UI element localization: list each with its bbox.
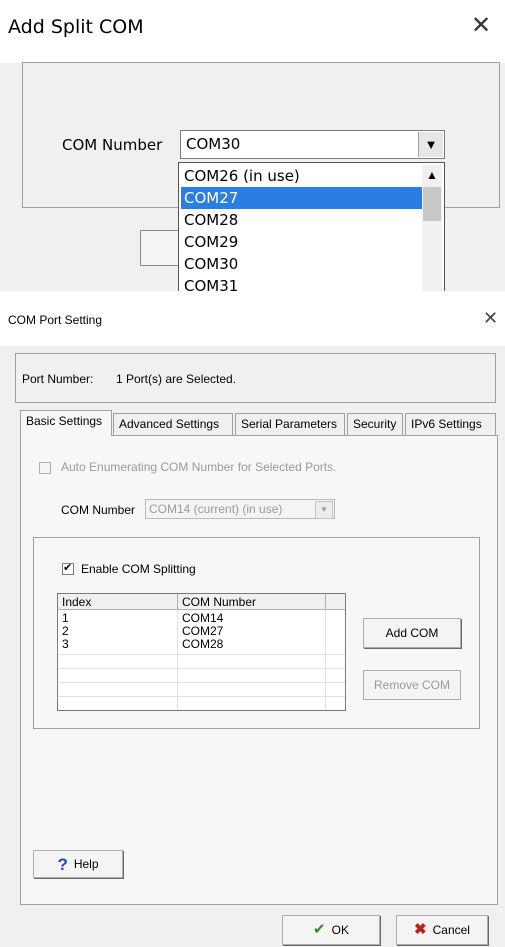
tab-ipv6-settings[interactable]: IPv6 Settings	[405, 413, 496, 435]
com-number-select[interactable]: COM30 ▼	[180, 130, 445, 159]
enable-com-splitting-checkbox[interactable]: ✔	[62, 561, 74, 575]
scroll-up-icon[interactable]: ▲	[422, 165, 442, 185]
com-number-select[interactable]: COM14 (current) (in use) ▼	[145, 499, 335, 519]
dialog-title: COM Port Setting	[8, 313, 103, 327]
com-port-setting-dialog: COM Port Setting ✕ Port Number: 1 Port(s…	[0, 300, 505, 947]
cancel-label: Cancel	[432, 923, 470, 937]
table-cell-index[interactable]: 1	[58, 612, 176, 625]
auto-enumerating-checkbox[interactable]	[39, 462, 51, 474]
close-icon[interactable]: ✕	[471, 11, 491, 39]
split-com-table[interactable]: Index COM Number 1 COM14 2 COM27 3 COM28	[57, 593, 346, 711]
com-number-label: COM Number	[62, 136, 163, 154]
table-cell-com[interactable]: COM28	[178, 638, 324, 651]
tab-security[interactable]: Security	[347, 413, 403, 435]
help-icon: ?	[57, 854, 68, 874]
checkmark-icon: ✔	[313, 921, 326, 938]
table-cell-index[interactable]: 3	[58, 638, 176, 651]
column-header-index[interactable]: Index	[58, 594, 178, 610]
chevron-down-icon[interactable]: ▼	[418, 132, 443, 157]
dropdown-option-com28[interactable]: COM28	[181, 209, 422, 231]
dropdown-option-com29[interactable]: COM29	[181, 231, 422, 253]
table-cell-index[interactable]: 2	[58, 625, 176, 638]
tab-advanced-settings[interactable]: Advanced Settings	[113, 413, 233, 435]
partially-hidden-button[interactable]	[140, 230, 180, 266]
enable-com-splitting-label: Enable COM Splitting	[81, 562, 196, 576]
com-number-value: COM14 (current) (in use)	[149, 502, 283, 516]
row-divider	[58, 682, 345, 683]
row-divider	[58, 668, 345, 669]
dropdown-option-com26[interactable]: COM26 (in use)	[181, 165, 422, 187]
ok-label: OK	[331, 923, 349, 937]
tab-basic-settings[interactable]: Basic Settings	[20, 410, 112, 436]
checkmark-icon: ✔	[63, 561, 73, 574]
row-divider	[58, 654, 345, 655]
remove-com-button[interactable]: Remove COM	[363, 670, 461, 700]
column-header-com-number[interactable]: COM Number	[178, 594, 326, 610]
ok-button[interactable]: ✔ OK	[282, 915, 380, 945]
add-com-button[interactable]: Add COM	[363, 618, 461, 648]
row-divider	[58, 696, 345, 697]
dropdown-scrollbar[interactable]: ▲	[422, 165, 442, 291]
close-icon[interactable]: ✕	[483, 308, 498, 329]
chevron-down-icon[interactable]: ▼	[315, 501, 333, 519]
column-header-empty	[326, 594, 345, 610]
help-button[interactable]: ? Help	[33, 850, 123, 878]
x-icon: ✖	[414, 921, 427, 938]
dropdown-option-com31[interactable]: COM31	[181, 275, 422, 291]
tab-serial-parameters[interactable]: Serial Parameters	[235, 413, 345, 435]
dropdown-option-com30[interactable]: COM30	[181, 253, 422, 275]
scroll-thumb[interactable]	[423, 187, 441, 221]
dropdown-option-com27[interactable]: COM27	[181, 187, 422, 209]
cancel-button[interactable]: ✖ Cancel	[396, 915, 488, 945]
port-number-value: 1 Port(s) are Selected.	[116, 372, 237, 386]
dialog-title: Add Split COM	[8, 16, 144, 38]
com-number-value: COM30	[186, 135, 241, 153]
com-number-label: COM Number	[61, 503, 136, 517]
auto-enumerating-label: Auto Enumerating COM Number for Selected…	[61, 460, 337, 474]
add-split-com-dialog: Add Split COM ✕ COM Number COM30 ▼ COM26…	[0, 0, 505, 291]
com-dropdown-list[interactable]: COM26 (in use) COM27 COM28 COM29 COM30 C…	[178, 162, 445, 291]
port-number-label: Port Number:	[22, 372, 94, 386]
help-label: Help	[73, 857, 99, 871]
